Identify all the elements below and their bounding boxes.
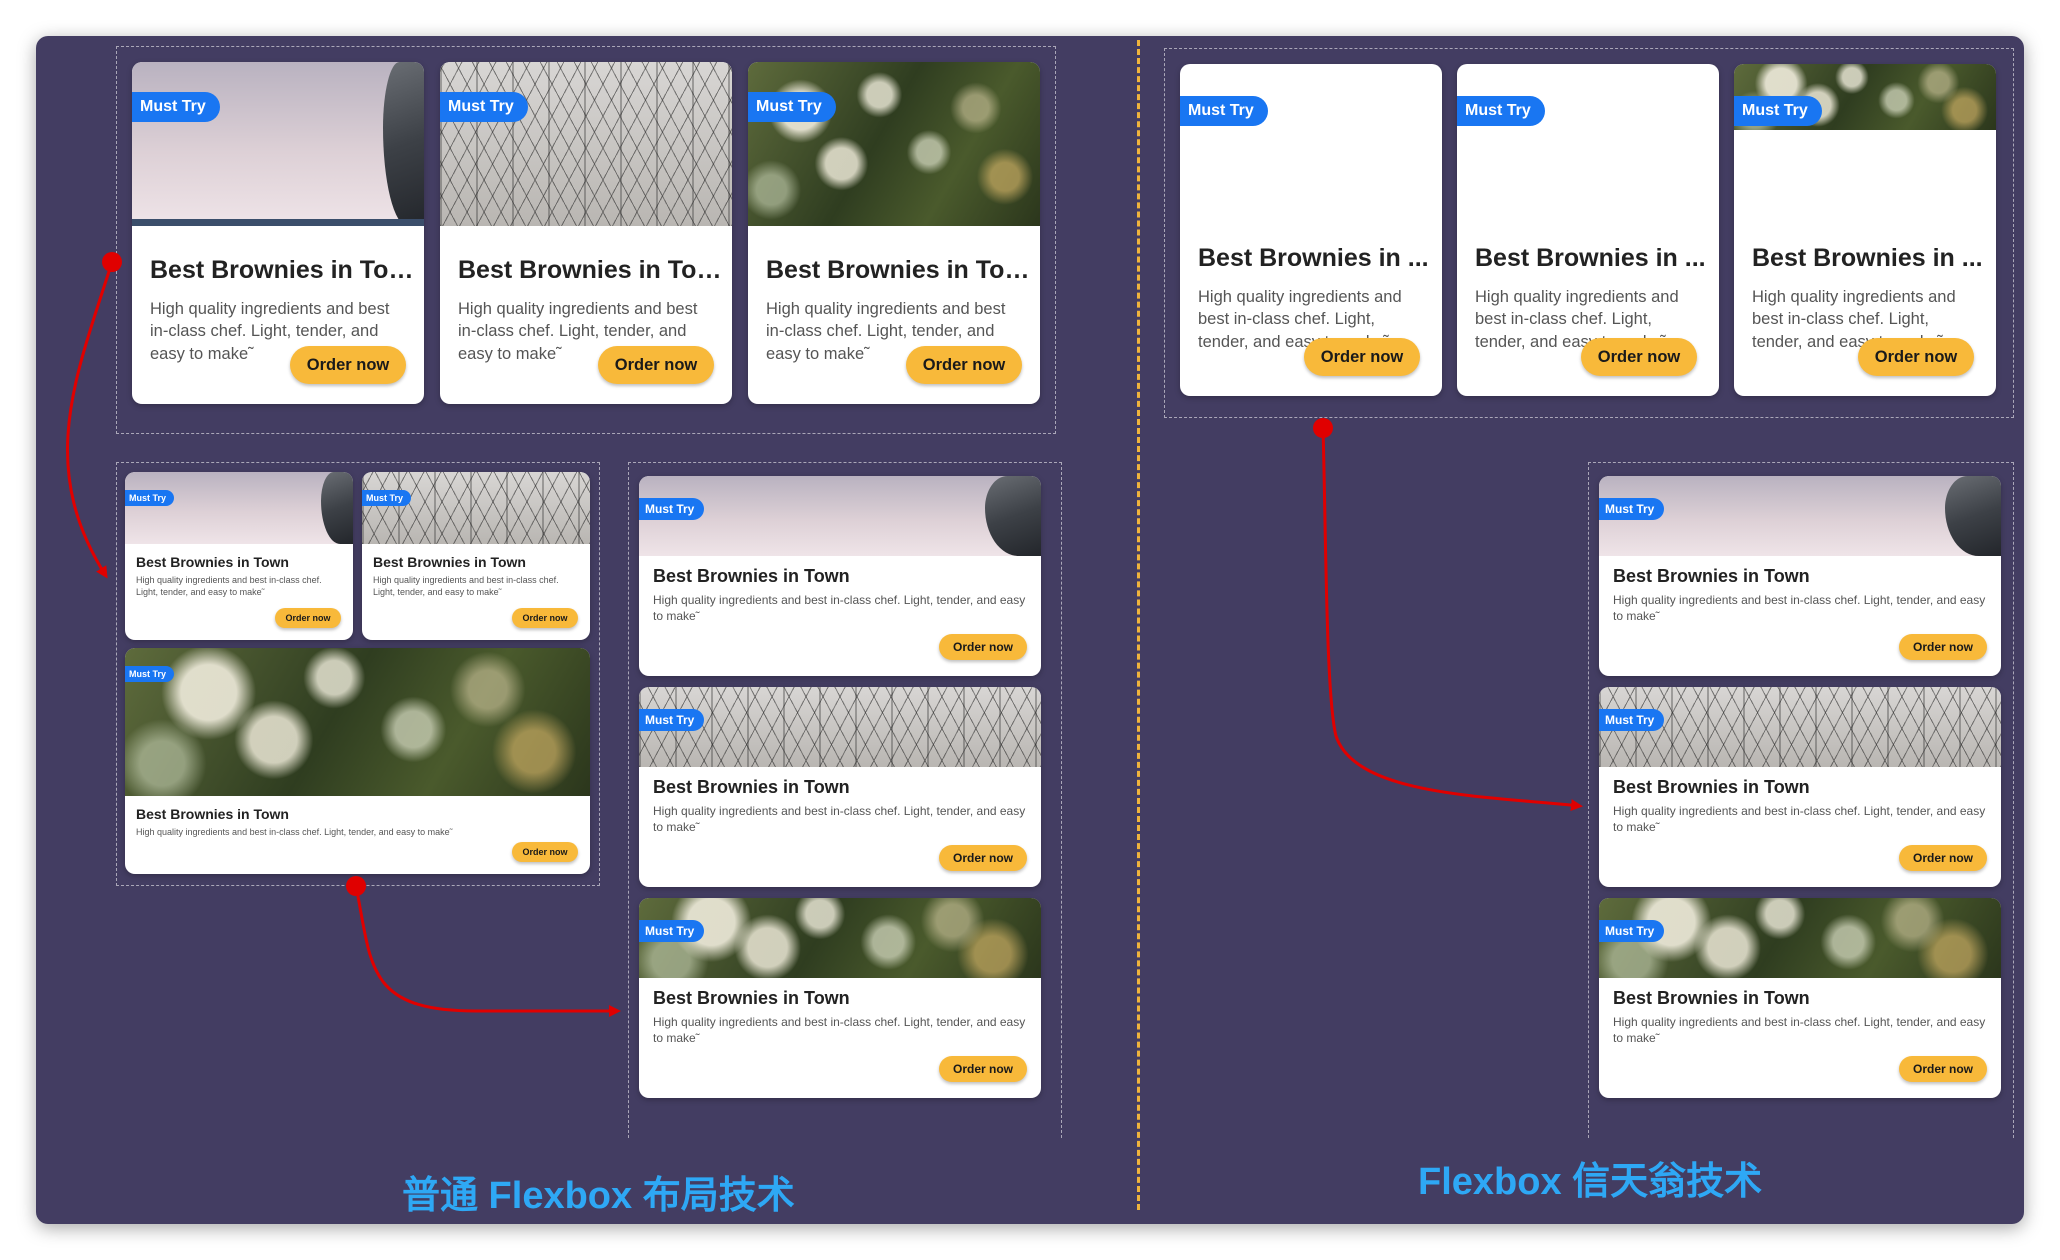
left-caption: 普通 Flexbox 布局技术 (402, 1175, 795, 1217)
arrows-layer (66, 252, 1583, 1017)
right-caption: Flexbox 信天翁技术 (1418, 1161, 1763, 1203)
arrow-right-row-to-column (1313, 418, 1583, 812)
diagram-canvas: Must Try Best Brownies in Town High qual… (36, 36, 2024, 1224)
arrow-wrap-to-column (346, 876, 621, 1017)
arrow-row-to-wrap (66, 252, 122, 579)
